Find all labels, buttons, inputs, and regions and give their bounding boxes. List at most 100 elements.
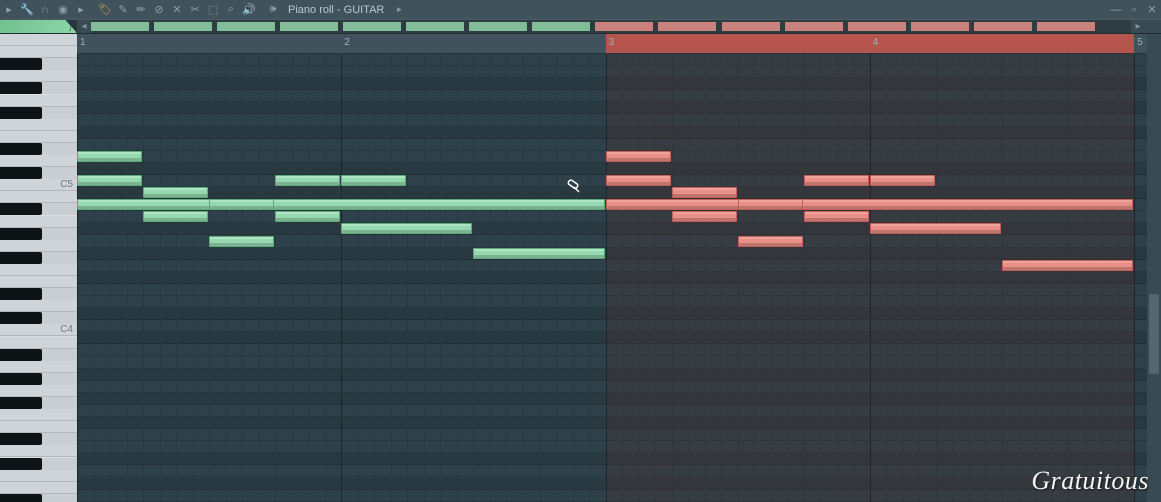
white-key[interactable] (0, 361, 77, 373)
white-key[interactable] (0, 131, 77, 143)
black-key[interactable] (0, 143, 77, 155)
midi-note[interactable] (1002, 260, 1133, 271)
black-key[interactable] (0, 397, 77, 409)
midi-note[interactable] (672, 187, 737, 198)
piano-keys[interactable]: C5C4 (0, 34, 77, 502)
midi-note[interactable] (672, 211, 737, 222)
playback-icon[interactable]: 🔊 (240, 1, 258, 19)
white-key[interactable] (0, 216, 77, 228)
grid-wrap: 12345 (77, 34, 1161, 502)
overview-segment (91, 22, 149, 31)
white-key[interactable] (0, 95, 77, 107)
white-key[interactable] (0, 300, 77, 312)
white-key[interactable] (0, 276, 77, 288)
wrench-icon[interactable]: 🔧 (18, 1, 36, 19)
midi-note[interactable] (77, 175, 142, 186)
step-icon[interactable]: ▸ (72, 1, 90, 19)
close-icon[interactable]: ✕ (1143, 1, 1161, 19)
zoom-icon[interactable]: ⌕ (222, 1, 240, 19)
black-key[interactable] (0, 288, 77, 300)
white-key[interactable] (0, 34, 77, 46)
tag-icon[interactable]: 🏷 (96, 1, 114, 19)
midi-note[interactable] (143, 211, 208, 222)
timeline-ruler[interactable]: 12345 (77, 34, 1161, 54)
white-key[interactable] (0, 482, 77, 494)
black-key[interactable] (0, 373, 77, 385)
overview-scroll-end[interactable] (1145, 20, 1161, 33)
select-icon[interactable]: ⬚ (204, 1, 222, 19)
white-key[interactable] (0, 191, 77, 203)
preview-icon[interactable]: 🕪 (264, 1, 282, 19)
white-key[interactable] (0, 445, 77, 457)
waveform-icon: ∫ (69, 21, 72, 32)
white-key[interactable] (0, 337, 77, 349)
black-key[interactable] (0, 167, 77, 179)
midi-note[interactable] (738, 236, 803, 247)
midi-note[interactable] (209, 199, 274, 210)
white-key[interactable] (0, 46, 77, 58)
black-key[interactable] (0, 58, 77, 70)
note-grid[interactable] (77, 54, 1147, 502)
midi-note[interactable] (275, 211, 340, 222)
midi-note[interactable] (473, 248, 604, 259)
midi-note[interactable] (738, 199, 803, 210)
menu-arrow-icon[interactable]: ▸ (0, 1, 18, 19)
overview-scroll-right[interactable]: ▸ (1131, 20, 1145, 33)
white-key[interactable] (0, 470, 77, 482)
midi-note[interactable] (209, 236, 274, 247)
white-key[interactable] (0, 155, 77, 167)
midi-note[interactable] (606, 199, 1134, 210)
cut-icon[interactable]: ✂ (186, 1, 204, 19)
white-key[interactable] (0, 264, 77, 276)
midi-note[interactable] (804, 211, 869, 222)
overview-track[interactable] (91, 20, 1131, 33)
midi-note[interactable] (77, 151, 142, 162)
black-key[interactable] (0, 494, 77, 502)
mute-icon[interactable]: ✕ (168, 1, 186, 19)
white-key[interactable] (0, 119, 77, 131)
black-key[interactable] (0, 312, 77, 324)
black-key[interactable] (0, 107, 77, 119)
maximize-icon[interactable]: ▫ (1125, 1, 1143, 19)
title-arrow-icon[interactable]: ▸ (390, 1, 408, 19)
black-key[interactable] (0, 82, 77, 94)
paint-icon[interactable]: ✏ (132, 1, 150, 19)
magnet-icon[interactable]: ∩ (36, 1, 54, 19)
stamp-icon[interactable]: ◉ (54, 1, 72, 19)
midi-note[interactable] (870, 223, 1001, 234)
midi-note[interactable] (804, 175, 869, 186)
overview-segment (785, 22, 843, 31)
overview-corner[interactable]: ∫ (0, 20, 77, 33)
minimize-icon[interactable]: — (1107, 1, 1125, 19)
white-key[interactable] (0, 240, 77, 252)
black-key[interactable] (0, 458, 77, 470)
bar-number: 4 (873, 37, 879, 48)
ruler-selection[interactable] (606, 34, 1135, 53)
bar-number: 5 (1137, 37, 1143, 48)
midi-note[interactable] (606, 175, 671, 186)
black-key[interactable] (0, 252, 77, 264)
midi-note[interactable] (275, 175, 340, 186)
black-key[interactable] (0, 433, 77, 445)
octave-label: C4 (60, 324, 73, 336)
black-key[interactable] (0, 349, 77, 361)
midi-note[interactable] (341, 223, 472, 234)
midi-note[interactable] (870, 175, 935, 186)
midi-note[interactable] (77, 199, 605, 210)
erase-icon[interactable]: ⊘ (150, 1, 168, 19)
overview-scroll-left[interactable]: ◂ (77, 20, 91, 33)
white-key[interactable] (0, 385, 77, 397)
brush-icon[interactable]: ✎ (114, 1, 132, 19)
black-key[interactable] (0, 228, 77, 240)
scrollbar-thumb[interactable] (1149, 294, 1159, 374)
vertical-scrollbar[interactable] (1147, 34, 1161, 502)
midi-note[interactable] (606, 151, 671, 162)
midi-note[interactable] (143, 187, 208, 198)
overview-segment (1037, 22, 1095, 31)
midi-note[interactable] (341, 175, 406, 186)
piano-roll-body: C5C4 12345 Gratuitous (0, 34, 1161, 502)
white-key[interactable] (0, 70, 77, 82)
white-key[interactable] (0, 421, 77, 433)
black-key[interactable] (0, 203, 77, 215)
white-key[interactable] (0, 409, 77, 421)
